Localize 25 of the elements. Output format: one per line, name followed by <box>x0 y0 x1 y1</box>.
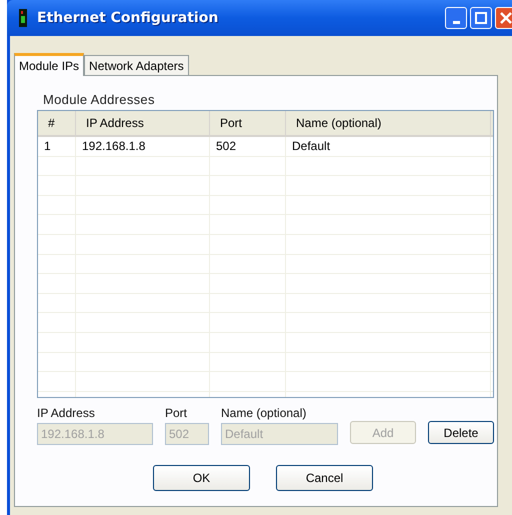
field-label: IP Address <box>37 406 96 420</box>
dialog-button[interactable]: OK <box>153 465 250 491</box>
close-icon <box>500 12 512 24</box>
maximize-icon <box>475 12 487 24</box>
dialog-button[interactable]: Cancel <box>276 465 373 491</box>
table-cell: 1 <box>38 137 76 156</box>
group-title: Module Addresses <box>43 92 156 107</box>
tab[interactable]: Module IPs <box>14 53 84 76</box>
close-button[interactable] <box>495 7 512 29</box>
table-cell: 502 <box>210 137 286 156</box>
window-title: Ethernet Configuration <box>37 10 218 26</box>
maximize-button[interactable] <box>470 7 492 29</box>
column-header[interactable]: # <box>38 111 76 135</box>
form-button[interactable]: Delete <box>428 421 494 444</box>
column-header[interactable]: Port <box>210 111 286 135</box>
minimize-button[interactable] <box>445 7 467 29</box>
tab[interactable]: Network Adapters <box>84 55 189 75</box>
column-header[interactable]: IP Address <box>76 111 210 135</box>
field-label: Name (optional) <box>221 406 308 420</box>
field-label: Port <box>165 406 188 420</box>
app-icon <box>19 9 27 27</box>
minimize-icon <box>452 20 460 24</box>
table-cell: 192.168.1.8 <box>76 137 210 156</box>
table-cell: Default <box>286 137 491 156</box>
column-header[interactable]: Name (optional) <box>286 111 491 135</box>
